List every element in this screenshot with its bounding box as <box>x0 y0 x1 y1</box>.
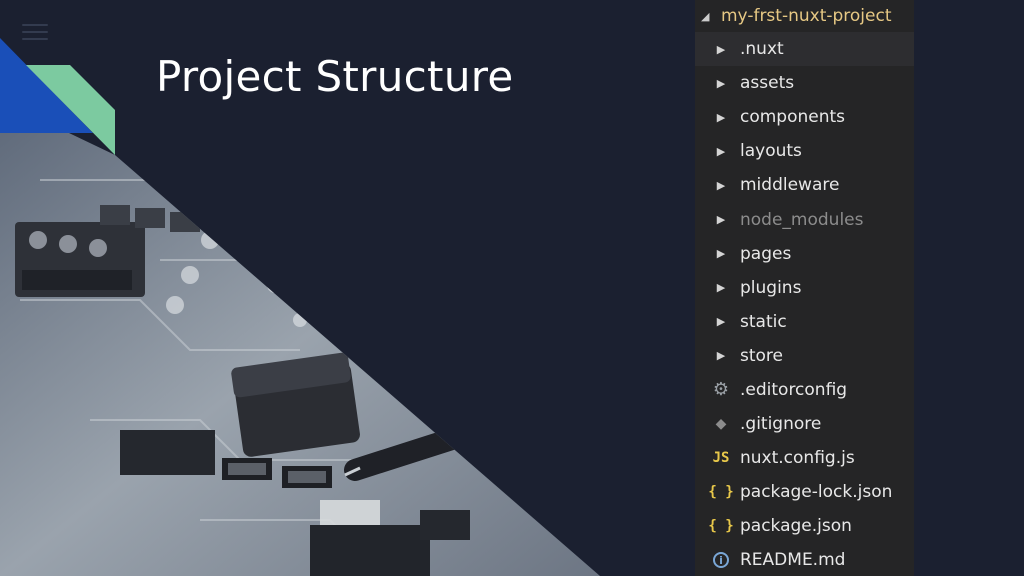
tree-item-package-json[interactable]: { } package.json <box>695 509 914 543</box>
info-icon-wrapper: i <box>709 552 733 569</box>
tree-item-label: assets <box>740 73 795 94</box>
tree-item-plugins[interactable]: ▶ plugins <box>695 271 914 305</box>
tree-item-label: node_modules <box>740 209 864 230</box>
tree-item-label: .editorconfig <box>740 379 848 400</box>
slide: Project Structure ◢ my-frst-nuxt-project… <box>0 0 1024 576</box>
chevron-right-icon: ▶ <box>716 247 726 261</box>
tree-item-middleware[interactable]: ▶ middleware <box>695 168 914 202</box>
tree-item-nuxt-config[interactable]: JS nuxt.config.js <box>695 441 914 475</box>
js-icon: JS <box>712 450 730 467</box>
file-explorer: ◢ my-frst-nuxt-project ▶ .nuxt ▶ assets … <box>695 0 914 576</box>
tree-item-label: pages <box>740 243 792 264</box>
tree-item-assets[interactable]: ▶ assets <box>695 66 914 100</box>
tree-item-label: nuxt.config.js <box>740 448 855 469</box>
chevron-down-icon: ◢ <box>701 9 710 23</box>
tree-item-nuxt[interactable]: ▶ .nuxt <box>695 32 914 67</box>
tree-item-readme[interactable]: i README.md <box>695 543 914 576</box>
tree-item-label: components <box>740 107 846 128</box>
chevron-right-icon: ▶ <box>716 42 726 56</box>
git-icon: ◆ <box>715 416 727 433</box>
tree-item-label: README.md <box>740 550 846 571</box>
chevron-right-icon: ▶ <box>716 281 726 295</box>
tree-item-pages[interactable]: ▶ pages <box>695 237 914 271</box>
tree-item-label: static <box>740 311 787 332</box>
json-icon: { } <box>708 518 734 535</box>
tree-item-components[interactable]: ▶ components <box>695 100 914 134</box>
chevron-right-icon: ▶ <box>716 178 726 192</box>
tree-item-label: store <box>740 345 783 366</box>
tree-item-store[interactable]: ▶ store <box>695 339 914 373</box>
tree-item-label: .nuxt <box>740 39 784 60</box>
tree-item-node-modules[interactable]: ▶ node_modules <box>695 202 914 236</box>
page-title: Project Structure <box>156 52 514 101</box>
chevron-right-icon: ▶ <box>716 349 726 363</box>
explorer-root-folder[interactable]: ◢ my-frst-nuxt-project <box>695 0 914 32</box>
tree-item-layouts[interactable]: ▶ layouts <box>695 134 914 168</box>
tree-item-gitignore[interactable]: ◆ .gitignore <box>695 407 914 441</box>
tree-item-label: middleware <box>740 175 840 196</box>
tree-item-editorconfig[interactable]: ⚙ .editorconfig <box>695 373 914 407</box>
tree-item-static[interactable]: ▶ static <box>695 305 914 339</box>
tree-item-label: package-lock.json <box>740 482 893 503</box>
chevron-right-icon: ▶ <box>716 110 726 124</box>
tree-item-label: package.json <box>740 516 852 537</box>
tree-item-package-lock[interactable]: { } package-lock.json <box>695 475 914 509</box>
tree-item-label: plugins <box>740 277 802 298</box>
json-icon: { } <box>708 484 734 501</box>
chevron-right-icon: ▶ <box>716 76 726 90</box>
gear-icon: ⚙ <box>712 379 730 401</box>
chevron-right-icon: ▶ <box>716 315 726 329</box>
root-folder-label: my-frst-nuxt-project <box>721 6 892 26</box>
info-icon: i <box>713 552 729 569</box>
chevron-right-icon: ▶ <box>716 213 726 227</box>
tree-item-label: layouts <box>740 141 802 162</box>
tree-item-label: .gitignore <box>740 414 822 435</box>
chevron-right-icon: ▶ <box>716 144 726 158</box>
